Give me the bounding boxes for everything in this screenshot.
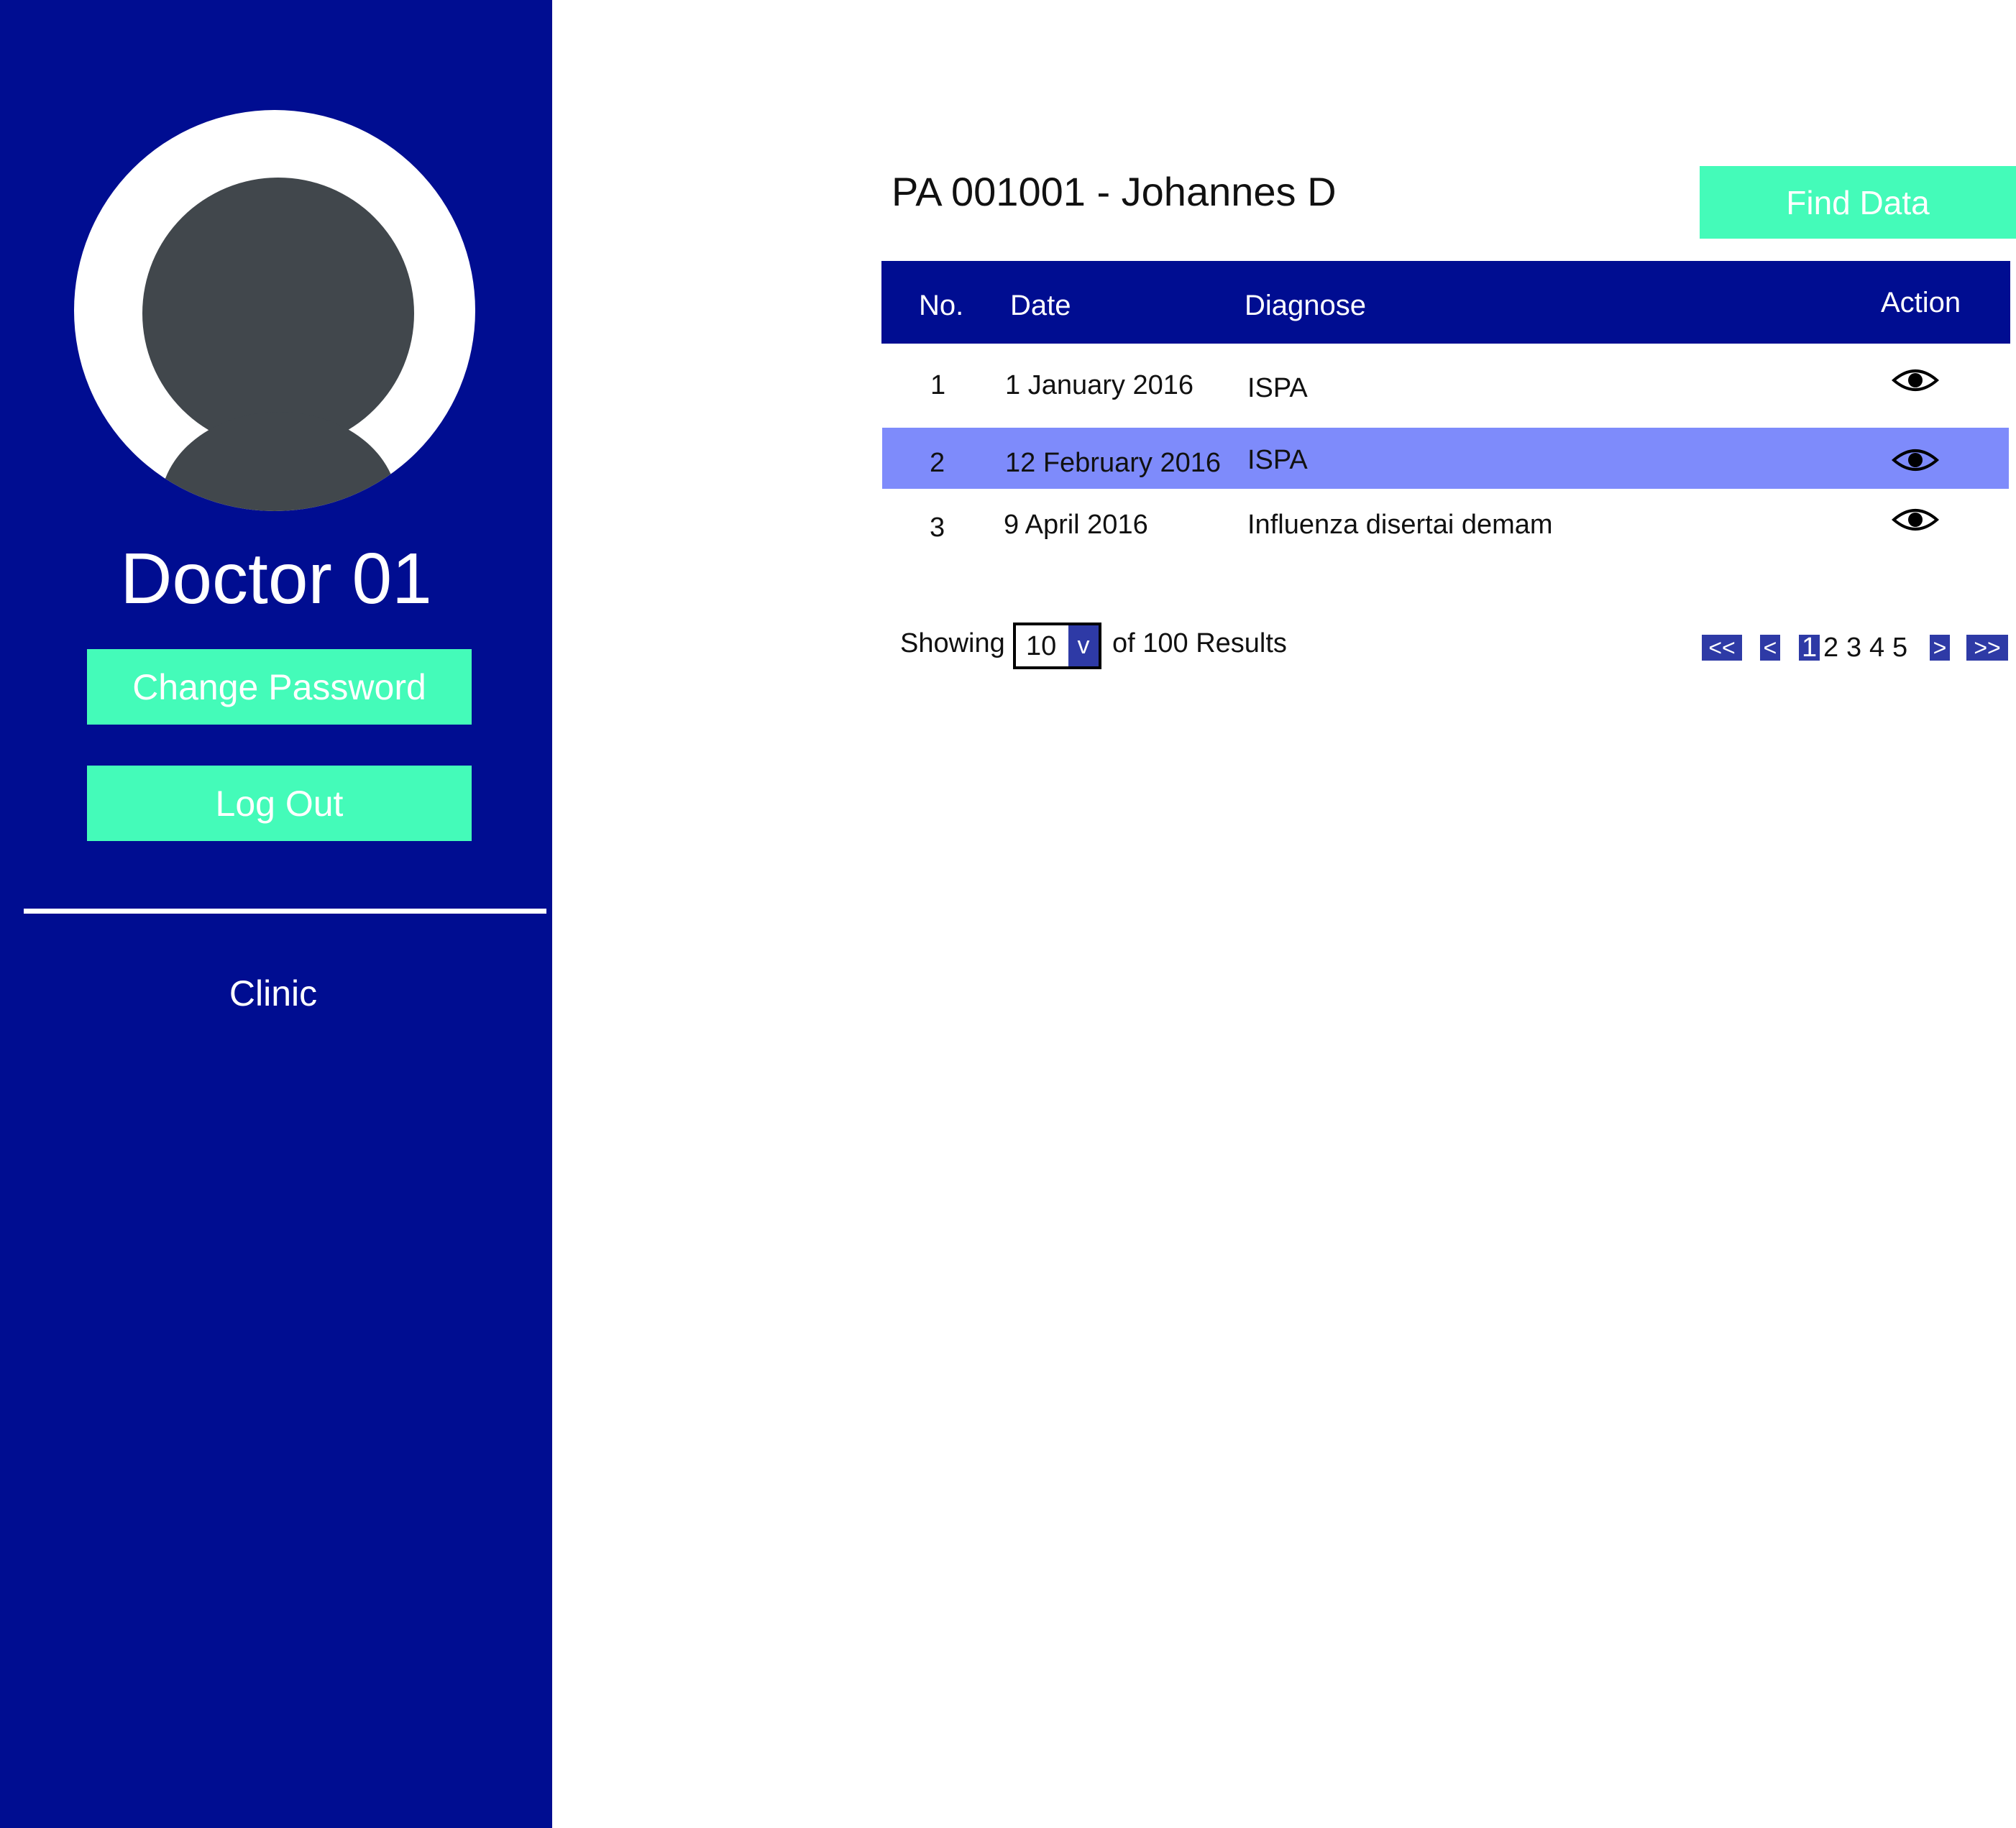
page-number[interactable]: 2 [1823,631,1838,664]
prev-page-button[interactable]: < [1760,635,1780,661]
sidebar: Doctor 01 Change Password Log Out Clinic [0,0,552,1828]
cell-date: 1 January 2016 [1005,370,1193,400]
page-title: PA 001001 - Johannes D [892,169,1337,214]
cell-diagnose: Influenza disertai demam [1247,510,1553,540]
next-page-button[interactable]: > [1930,635,1950,661]
sidebar-divider [24,909,546,914]
showing-label: Showing [900,628,1005,658]
results-count: of 100 Results [1112,628,1287,658]
logout-button[interactable]: Log Out [87,766,472,841]
doctor-name: Doctor 01 [120,538,432,619]
cell-diagnose: ISPA [1247,445,1308,475]
avatar-head [142,178,414,449]
avatar [74,110,475,511]
page-number-current[interactable]: 1 [1799,634,1820,661]
last-page-button[interactable]: >> [1966,635,2008,661]
column-header-no: No. [919,290,964,321]
cell-diagnose: ISPA [1247,373,1308,403]
cell-date: 12 February 2016 [1005,448,1221,478]
cell-no: 2 [930,448,945,478]
page-number[interactable]: 5 [1892,631,1907,664]
cell-no: 3 [930,513,945,543]
page-number[interactable]: 3 [1846,631,1861,664]
sidebar-item-clinic[interactable]: Clinic [0,970,546,1016]
page-size-value: 10 [1026,631,1057,661]
column-header-date: Date [1010,290,1071,321]
change-password-button[interactable]: Change Password [87,649,472,725]
page-size-select[interactable]: 10 v [1013,623,1101,669]
eye-icon[interactable] [1892,505,1939,534]
chevron-down-icon[interactable]: v [1068,625,1099,666]
avatar-body [160,412,398,511]
find-data-button[interactable]: Find Data [1700,166,2016,239]
column-header-action: Action [1881,287,1961,318]
cell-no: 1 [930,370,946,400]
page-number[interactable]: 4 [1869,631,1884,664]
first-page-button[interactable]: << [1702,635,1742,661]
eye-icon[interactable] [1892,366,1939,395]
table-header: No. Date Diagnose Action [881,261,2010,344]
cell-date: 9 April 2016 [1004,510,1148,540]
eye-icon[interactable] [1892,446,1939,474]
column-header-diagnose: Diagnose [1245,290,1367,321]
